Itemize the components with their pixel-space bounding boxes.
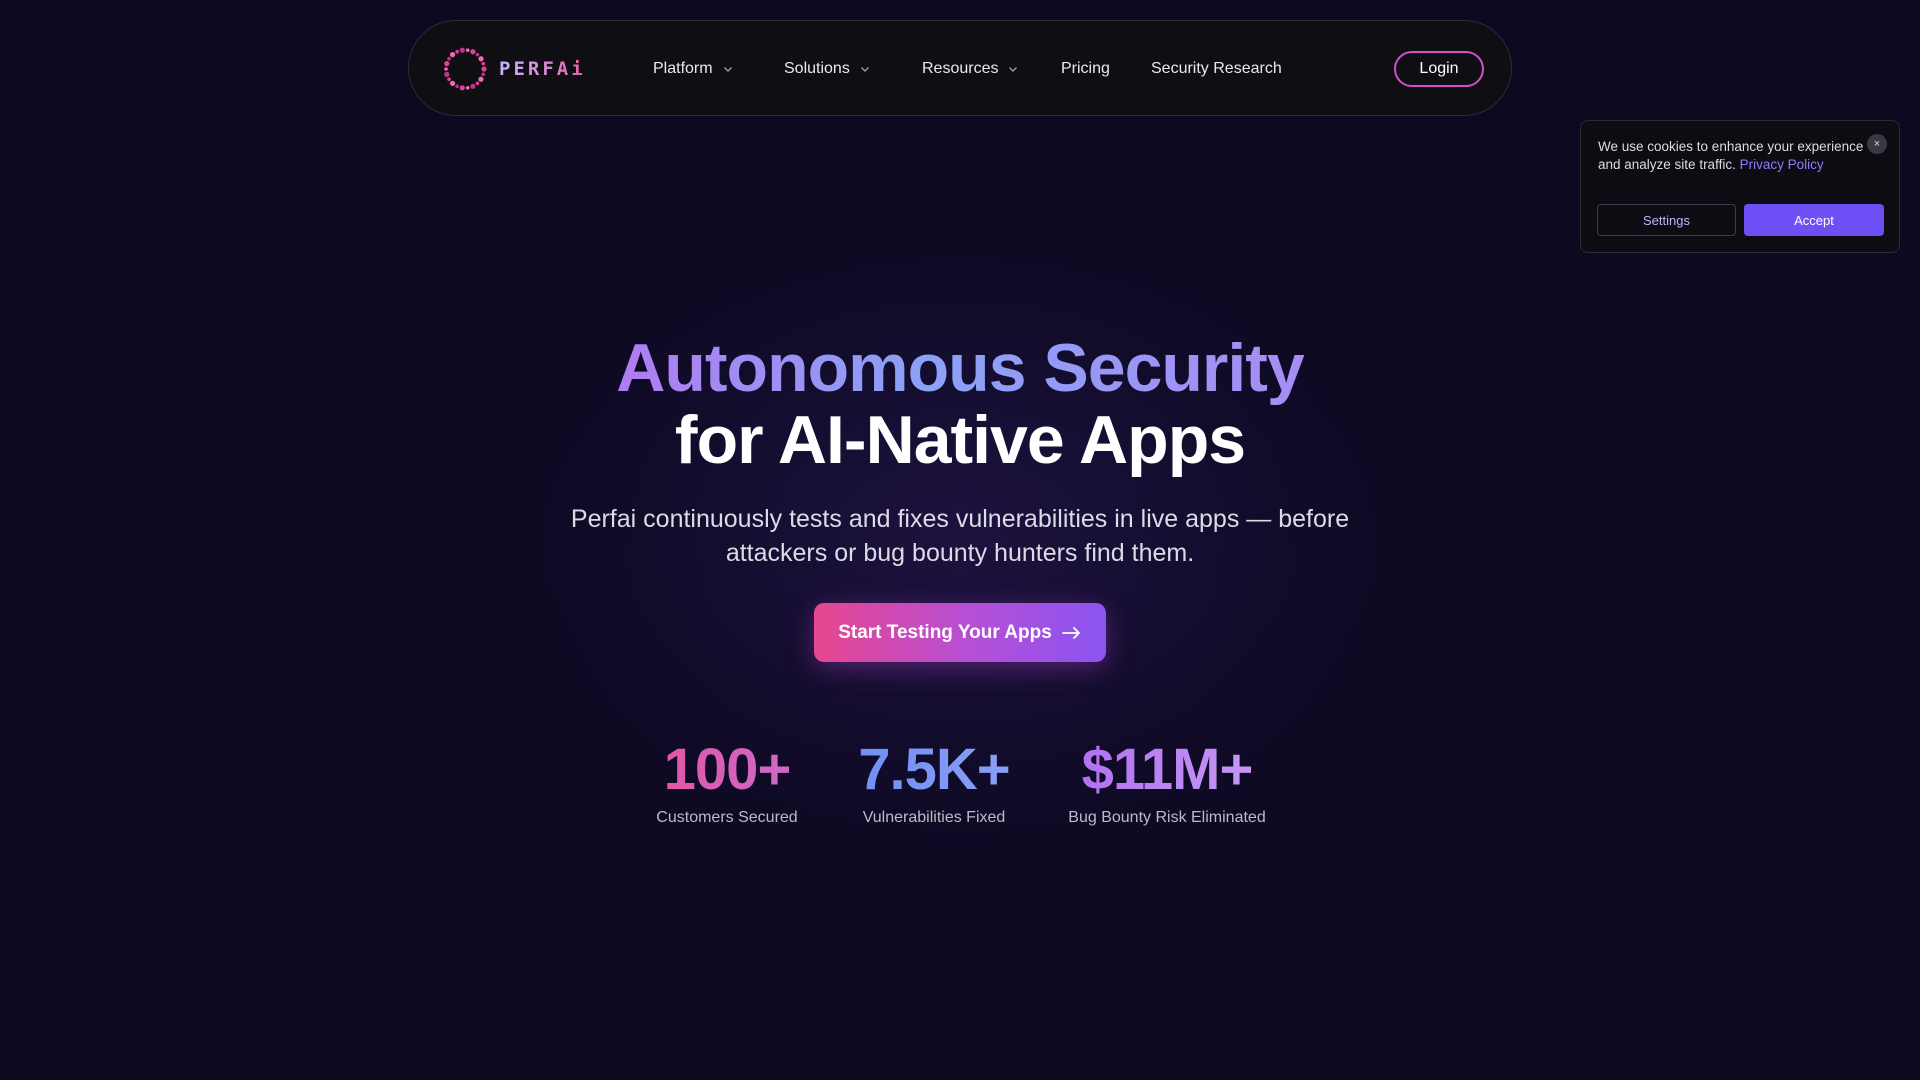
start-testing-button[interactable]: Start Testing Your Apps bbox=[814, 603, 1106, 662]
logo-dot bbox=[455, 84, 459, 89]
chevron-down-icon bbox=[860, 67, 869, 72]
logo-dot bbox=[481, 61, 486, 66]
stat-label: Customers Secured bbox=[656, 809, 798, 826]
nav-item-resources[interactable]: Resources bbox=[922, 57, 1019, 81]
logo-dot bbox=[447, 77, 451, 82]
logo-dot bbox=[475, 81, 480, 86]
logo-dot bbox=[459, 85, 465, 91]
logo-dot bbox=[470, 49, 476, 55]
stat-value: 100+ bbox=[636, 736, 818, 804]
stat-label: Bug Bounty Risk Eliminated bbox=[1068, 809, 1266, 826]
logo-dot bbox=[475, 52, 480, 57]
logo-dot bbox=[455, 49, 459, 54]
hero-title-line-2: for AI-Native Apps bbox=[674, 402, 1246, 478]
cookie-banner: We use cookies to enhance your experienc… bbox=[1580, 120, 1900, 253]
nav-item-label: Security Research bbox=[1151, 60, 1282, 77]
logo-dot bbox=[465, 48, 470, 52]
logo[interactable]: PERFAi bbox=[441, 45, 586, 93]
logo-dot bbox=[465, 86, 470, 90]
stat-value: 7.5K+ bbox=[848, 736, 1020, 804]
logo-dot bbox=[444, 71, 450, 77]
logo-dot bbox=[449, 52, 456, 58]
cta-label: Start Testing Your Apps bbox=[838, 621, 1052, 643]
logo-text: PERFAi bbox=[499, 58, 586, 80]
stat-value: $11M+ bbox=[1060, 736, 1274, 804]
nav-item-platform[interactable]: Platform bbox=[653, 57, 734, 81]
stat-label: Vulnerabilities Fixed bbox=[862, 809, 1006, 826]
logo-dot bbox=[459, 47, 465, 53]
login-button[interactable]: Login bbox=[1394, 51, 1484, 87]
chevron-down-icon bbox=[723, 67, 732, 72]
landing-page: PERFAi Platform Solutions Resources Pric… bbox=[0, 0, 1920, 1080]
cookie-accept-button[interactable]: Accept bbox=[1744, 204, 1884, 236]
top-navbar: PERFAi Platform Solutions Resources Pric… bbox=[408, 20, 1512, 116]
logo-dot bbox=[481, 72, 486, 77]
chevron-down-icon bbox=[1009, 67, 1018, 72]
privacy-policy-link[interactable]: Privacy Policy bbox=[1740, 157, 1824, 172]
logo-dot bbox=[444, 67, 448, 71]
logo-dot bbox=[478, 76, 484, 82]
cookie-settings-button[interactable]: Settings bbox=[1597, 204, 1736, 236]
logo-dot bbox=[478, 56, 484, 62]
nav-item-label: Resources bbox=[922, 60, 999, 77]
logo-dot bbox=[447, 56, 451, 61]
nav-item-label: Pricing bbox=[1061, 60, 1110, 77]
logo-dot bbox=[449, 80, 456, 86]
nav-item-label: Platform bbox=[653, 60, 713, 77]
hero-title-line-1: Autonomous Security bbox=[0, 328, 1920, 408]
nav-item-solutions[interactable]: Solutions bbox=[784, 57, 871, 81]
stat-vulnerabilities: 7.5K+ Vulnerabilities Fixed bbox=[848, 736, 1020, 828]
stat-customers: 100+ Customers Secured bbox=[636, 736, 818, 828]
close-icon[interactable]: × bbox=[1867, 134, 1887, 154]
nav-item-label: Solutions bbox=[784, 60, 850, 77]
logo-dot bbox=[470, 83, 476, 89]
logo-dot bbox=[444, 61, 450, 67]
dotted-ring-logo-icon bbox=[444, 47, 487, 91]
stat-bug-bounty: $11M+ Bug Bounty Risk Eliminated bbox=[1060, 736, 1274, 828]
logo-dot bbox=[481, 66, 487, 72]
cookie-message: We use cookies to enhance your experienc… bbox=[1598, 138, 1870, 174]
hero-subtitle: Perfai continuously tests and fixes vuln… bbox=[570, 505, 1350, 567]
nav-item-pricing[interactable]: Pricing bbox=[1061, 57, 1110, 81]
arrow-right-icon bbox=[1061, 626, 1080, 639]
nav-item-security-research[interactable]: Security Research bbox=[1151, 57, 1282, 81]
hero-title-gradient-text: Autonomous Security bbox=[616, 330, 1304, 406]
